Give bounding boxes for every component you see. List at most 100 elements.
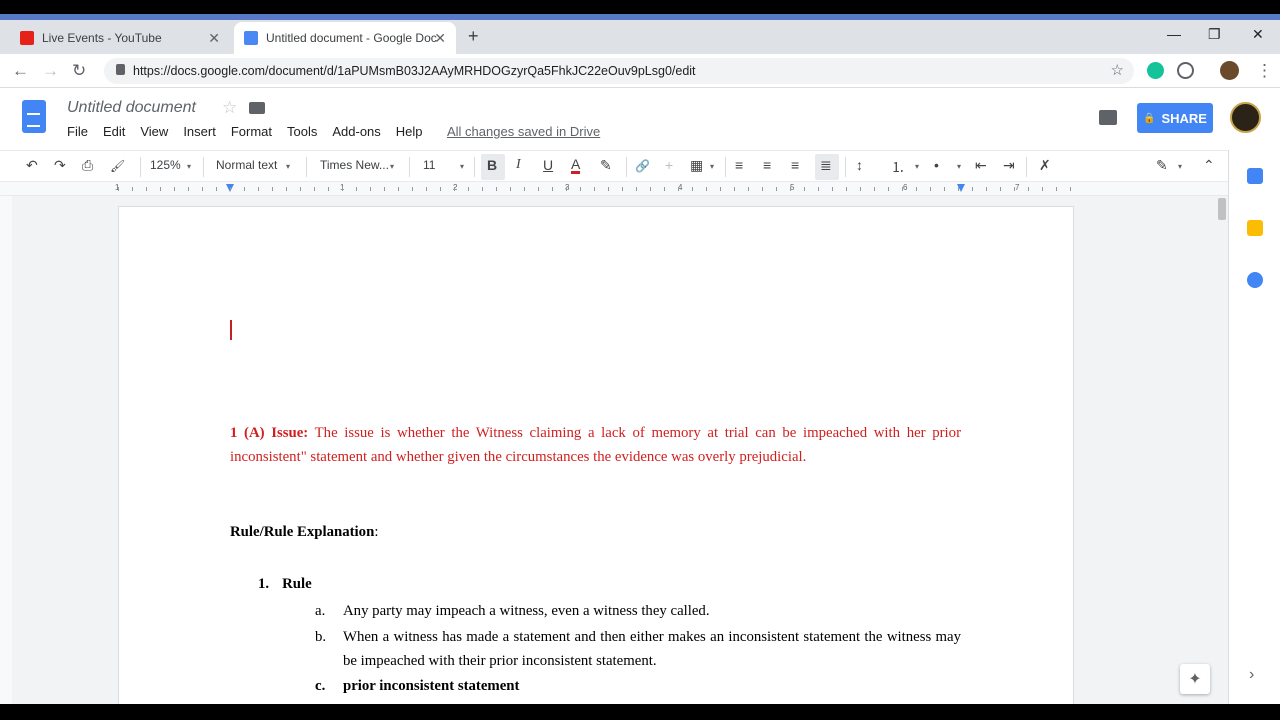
ruler-tick (650, 187, 651, 191)
toolbar-divider (409, 157, 410, 177)
close-tab-icon[interactable]: ✕ (434, 30, 446, 47)
ruler-tick (258, 187, 259, 191)
paint-format-icon[interactable]: 🖌 (110, 159, 125, 173)
chevron-down-icon: ▾ (1178, 162, 1183, 171)
star-icon[interactable]: ☆ (222, 98, 237, 118)
highlight-color-icon[interactable]: ✎ (600, 157, 612, 174)
align-right-icon[interactable]: ≡ (791, 157, 799, 173)
line-spacing-icon[interactable]: ↕ (856, 157, 863, 173)
clear-formatting-icon[interactable]: ✗ (1039, 157, 1051, 174)
close-tab-icon[interactable]: ✕ (208, 30, 220, 47)
bold-button[interactable]: B (487, 157, 497, 173)
numbered-list-icon[interactable]: ⒈ (891, 157, 905, 177)
keep-icon[interactable] (1247, 220, 1263, 236)
explore-button[interactable]: ✦ (1180, 664, 1210, 694)
issue-label: 1 (A) Issue: (230, 425, 309, 441)
share-button[interactable]: 🔒 SHARE (1137, 103, 1213, 133)
undo-icon[interactable]: ↶ (26, 157, 38, 174)
bookmark-star-icon[interactable]: ☆ (1111, 61, 1124, 79)
comment-history-icon[interactable] (1099, 110, 1117, 125)
account-avatar[interactable] (1230, 102, 1261, 133)
italic-button[interactable]: I (516, 157, 521, 173)
document-title[interactable]: Untitled document (67, 99, 196, 117)
menu-insert[interactable]: Insert (183, 124, 216, 139)
text-color-button[interactable]: A (571, 157, 581, 174)
ruler-tick (356, 187, 357, 191)
ruler-tick (482, 187, 483, 191)
issue-paragraph[interactable]: 1 (A) Issue: The issue is whether the Wi… (230, 422, 961, 469)
menu-format[interactable]: Format (231, 124, 272, 139)
toolbar-divider (203, 157, 204, 177)
ruler-tick (986, 187, 987, 191)
sub-item-c[interactable]: c. prior inconsistent statement (315, 675, 519, 699)
align-center-icon[interactable]: ≡ (763, 157, 771, 173)
expand-panel-icon[interactable]: › (1249, 666, 1254, 684)
ruler-tick (930, 187, 931, 191)
docs-logo-icon[interactable] (22, 100, 46, 133)
bulleted-list-icon[interactable]: • (934, 157, 939, 173)
ruler-tick (440, 187, 441, 191)
tab-google-docs[interactable]: Untitled document - Google Doc ✕ (234, 22, 456, 54)
increase-indent-icon[interactable]: ⇥ (1003, 157, 1015, 174)
menu-tools[interactable]: Tools (287, 124, 317, 139)
link-icon[interactable]: 🔗 (635, 159, 650, 173)
ruler-tick (342, 187, 343, 191)
list-marker: a. (315, 603, 326, 619)
reload-button[interactable]: ↻ (72, 61, 86, 81)
horizontal-ruler[interactable]: 1 1 2 3 4 5 6 7 (0, 182, 1228, 196)
share-label: SHARE (1161, 110, 1207, 126)
save-status[interactable]: All changes saved in Drive (447, 124, 600, 139)
back-button[interactable]: ← (12, 61, 29, 81)
chrome-menu-icon[interactable]: ⋮ (1256, 61, 1273, 81)
list-item-rule[interactable]: 1. Rule (258, 576, 312, 593)
ruler-tick (790, 187, 791, 191)
editing-mode-icon[interactable]: ✎ (1156, 157, 1168, 174)
zoom-select[interactable]: 125% (150, 158, 181, 172)
tasks-icon[interactable] (1247, 272, 1263, 288)
sub-item-a[interactable]: a. Any party may impeach a witness, even … (315, 600, 710, 624)
maximize-button[interactable]: ❐ (1208, 26, 1221, 43)
tab-youtube[interactable]: Live Events - YouTube ✕ (14, 22, 230, 54)
rule-heading[interactable]: Rule/Rule Explanation: (230, 524, 378, 541)
insert-image-icon[interactable]: ▦ (690, 157, 703, 174)
font-size-select[interactable]: 11 (423, 158, 435, 172)
minimize-button[interactable]: — (1167, 26, 1181, 42)
collapse-menu-icon[interactable]: ⌃ (1203, 157, 1215, 174)
redo-icon[interactable]: ↷ (54, 157, 66, 174)
justify-icon[interactable]: ≣ (820, 157, 832, 174)
menu-file[interactable]: File (67, 124, 88, 139)
ruler-tick (230, 187, 231, 191)
ruler-tick (384, 187, 385, 191)
profile-avatar-icon[interactable] (1220, 61, 1239, 80)
menu-view[interactable]: View (140, 124, 168, 139)
print-icon[interactable]: ⎙ (82, 157, 93, 174)
chevron-down-icon: ▾ (710, 162, 715, 171)
decrease-indent-icon[interactable]: ⇤ (975, 157, 987, 174)
omnibox[interactable]: https://docs.google.com/document/d/1aPUM… (104, 58, 1134, 84)
align-left-icon[interactable]: ≡ (735, 157, 743, 173)
ruler-tick (132, 187, 133, 191)
forward-button[interactable]: → (42, 61, 59, 81)
menu-bar: File Edit View Insert Format Tools Add-o… (67, 124, 438, 139)
font-select[interactable]: Times New... (320, 158, 389, 172)
new-tab-button[interactable]: + (468, 26, 479, 47)
calendar-icon[interactable] (1247, 168, 1263, 184)
sub-item-b[interactable]: b. When a witness has made a statement an… (315, 626, 961, 673)
scrollbar-thumb[interactable] (1218, 198, 1226, 220)
ruler-tick (202, 187, 203, 191)
block-extension-icon[interactable] (1177, 62, 1194, 79)
menu-addons[interactable]: Add-ons (332, 124, 380, 139)
underline-button[interactable]: U (543, 157, 553, 173)
ruler-tick (776, 187, 777, 191)
menu-help[interactable]: Help (396, 124, 423, 139)
grammarly-icon[interactable] (1147, 62, 1164, 79)
close-window-button[interactable]: ✕ (1252, 26, 1264, 43)
add-comment-icon[interactable]: + (665, 157, 673, 173)
url-text[interactable]: https://docs.google.com/document/d/1aPUM… (133, 64, 696, 78)
folder-icon[interactable] (249, 102, 265, 114)
vertical-ruler (0, 196, 12, 704)
style-select[interactable]: Normal text (216, 158, 277, 172)
ruler-tick (678, 187, 679, 191)
menu-edit[interactable]: Edit (103, 124, 125, 139)
ruler-tick (524, 187, 525, 191)
